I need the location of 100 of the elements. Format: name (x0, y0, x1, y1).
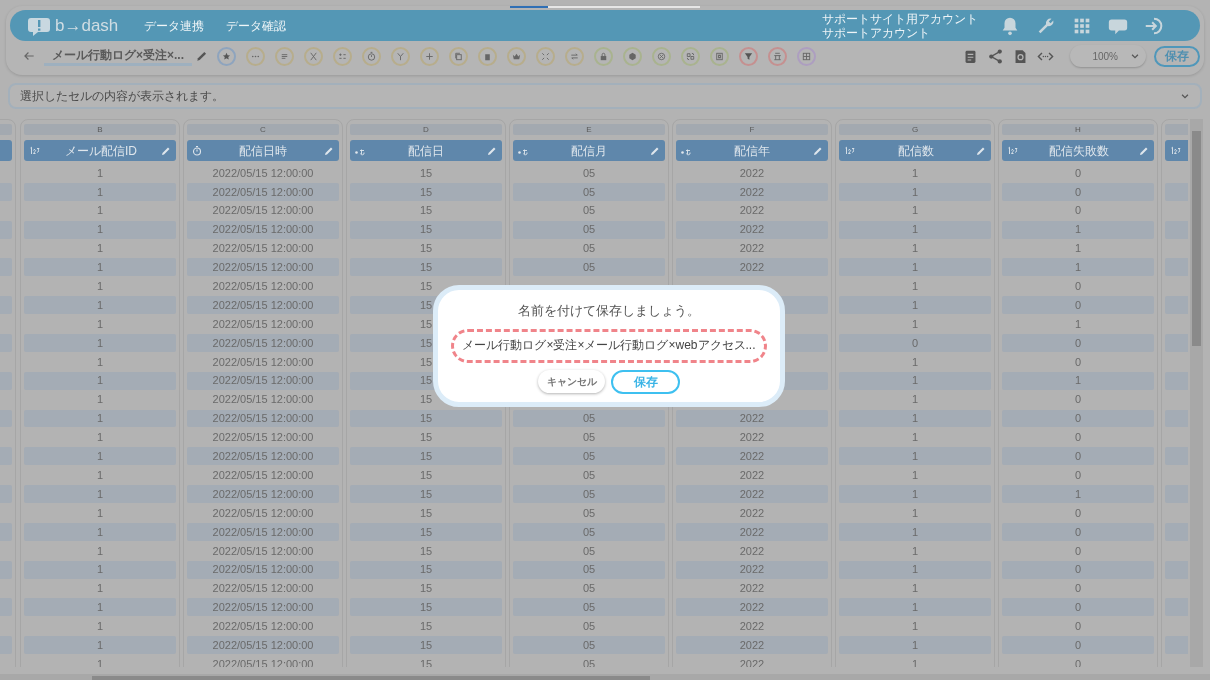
toolbar-button[interactable] (594, 46, 614, 66)
save-button[interactable]: 保存 (1154, 45, 1200, 67)
table-cell-text: 1 (95, 392, 105, 408)
table-cell: 2022/05/15 12:00:00 (187, 447, 339, 466)
column-header[interactable]: 配信数 (839, 140, 991, 161)
column-header[interactable]: 配信日 (350, 140, 502, 161)
column-letter: H (1075, 125, 1081, 134)
toolbar-button[interactable] (362, 46, 382, 66)
table-cell: 1 (839, 485, 991, 504)
table-cell-text: 05 (581, 467, 597, 483)
toolbar-button[interactable] (304, 46, 324, 66)
table-cell: 1 (24, 409, 176, 428)
table-cell: 1 (24, 371, 176, 390)
table-cell: 05 (513, 220, 665, 239)
save-button[interactable]: 保存 (611, 369, 680, 394)
table-cell-text: 2022 (738, 430, 766, 446)
table-cell-text: 15 (418, 505, 434, 521)
table-cell-text: 15 (418, 241, 434, 257)
toolbar-button[interactable] (565, 46, 585, 66)
file-name-field[interactable]: メール行動ログ×受注×メール行動ログ×webアクセス... (451, 328, 767, 363)
nav-link[interactable]: データ確認 (226, 16, 287, 35)
table-cell: 1 (1002, 258, 1154, 277)
table-cell-text: 2022/05/15 12:00:00 (211, 505, 315, 521)
nav-link[interactable]: データ連携 (144, 16, 205, 35)
cancel-button[interactable]: キャンセル (538, 369, 605, 393)
table-cell-text: 1 (910, 279, 920, 295)
table-cell-text: 15 (418, 543, 434, 559)
table-cell: 0 (1002, 409, 1154, 428)
share-icon[interactable] (987, 47, 1004, 65)
table-cell-text: 1 (95, 505, 105, 521)
toolbar-button[interactable] (710, 46, 730, 66)
toolbar-button[interactable] (217, 46, 237, 66)
column-title: 配信日 (407, 142, 445, 160)
table-cell-text: 0 (1073, 430, 1083, 446)
toolbar-button[interactable] (681, 46, 701, 66)
table-cell: 2022 (676, 220, 828, 239)
table-cell-text: 2022/05/15 12:00:00 (211, 392, 315, 408)
table-cell: 2022/05/15 12:00:00 (187, 636, 339, 655)
toolbar-button[interactable] (797, 46, 817, 66)
table-cell-text: 0 (1073, 656, 1083, 667)
table-cell: 1 (24, 334, 176, 352)
table-cell: 2022/05/15 12:00:00 (187, 371, 339, 390)
table-cell-text: 1 (910, 354, 920, 370)
toolbar-button[interactable] (623, 46, 643, 66)
column-header[interactable]: 配信失敗数 (1002, 140, 1154, 161)
chevron-down-icon[interactable] (1180, 91, 1190, 101)
table-cell: 2022/05/15 12:00:00 (187, 334, 339, 352)
number-type-icon (28, 144, 42, 157)
stopwatch-icon (366, 50, 378, 62)
scissors-icon (308, 50, 320, 62)
filter-icon (743, 50, 755, 62)
table-cell-text: 1 (910, 165, 920, 181)
table-cell-text: 15 (418, 392, 434, 408)
table-cell: 1 (839, 522, 991, 541)
table-cell-text: 2022/05/15 12:00:00 (211, 279, 315, 295)
toolbar-button[interactable] (333, 46, 353, 66)
table-cell: 15 (350, 447, 502, 466)
table-cell: 1 (839, 371, 991, 390)
table-cell: 1 (839, 560, 991, 579)
column-title: メール配信ID (64, 142, 138, 160)
column-letter: C (260, 125, 266, 134)
swap-icon (569, 50, 581, 62)
table-cell: 1 (24, 296, 176, 315)
copy-icon (453, 50, 465, 62)
vertical-scrollbar[interactable] (1190, 119, 1203, 667)
toolbar-button[interactable] (768, 46, 788, 66)
table-cell-text: 0 (1073, 165, 1083, 181)
table-cell: 1 (839, 296, 991, 315)
table-cell: 1 (1002, 220, 1154, 239)
table-cell-text: 2022 (738, 505, 766, 521)
toolbar-button[interactable] (652, 46, 672, 66)
table-cell-text: 15 (418, 316, 434, 332)
table-cell: 2022 (676, 598, 828, 617)
star-icon (221, 50, 233, 62)
toolbar-button[interactable] (420, 46, 440, 66)
table-cell-text: 15 (418, 619, 434, 635)
toolbar-button[interactable] (739, 46, 759, 66)
table-cell: 2022/05/15 12:00:00 (187, 560, 339, 579)
toolbar-button[interactable] (275, 46, 295, 66)
toolbar-button[interactable] (478, 46, 498, 66)
table-cell: 0 (1002, 334, 1154, 352)
table-cell: 05 (513, 598, 665, 617)
column-header[interactable]: 配信日時 (187, 140, 339, 161)
toolbar-button[interactable] (449, 46, 469, 66)
table-cell: 2022/05/15 12:00:00 (187, 182, 339, 201)
back-arrow-icon[interactable] (22, 49, 36, 63)
column-header[interactable]: 配信年 (676, 140, 828, 161)
table-cell-text: 15 (418, 656, 434, 667)
table-cell: 15 (350, 220, 502, 239)
file-title[interactable]: メール行動ログ×受注×... (44, 46, 193, 66)
table-cell-text: 0 (1073, 543, 1083, 559)
column-header[interactable]: 配信月 (513, 140, 665, 161)
table-cell-text: 2022/05/15 12:00:00 (211, 203, 315, 219)
table-cell: 0 (1002, 296, 1154, 315)
column-header[interactable]: メール配信ID (24, 140, 176, 161)
formula-placeholder: 選択したセルの内容が表示されます。 (20, 88, 225, 105)
toolbar-button[interactable] (507, 46, 527, 66)
zoom-select[interactable]: 100% (1070, 45, 1146, 67)
formula-bar[interactable]: 選択したセルの内容が表示されます。 (8, 83, 1202, 109)
table-cell-text: 2022 (738, 543, 766, 559)
